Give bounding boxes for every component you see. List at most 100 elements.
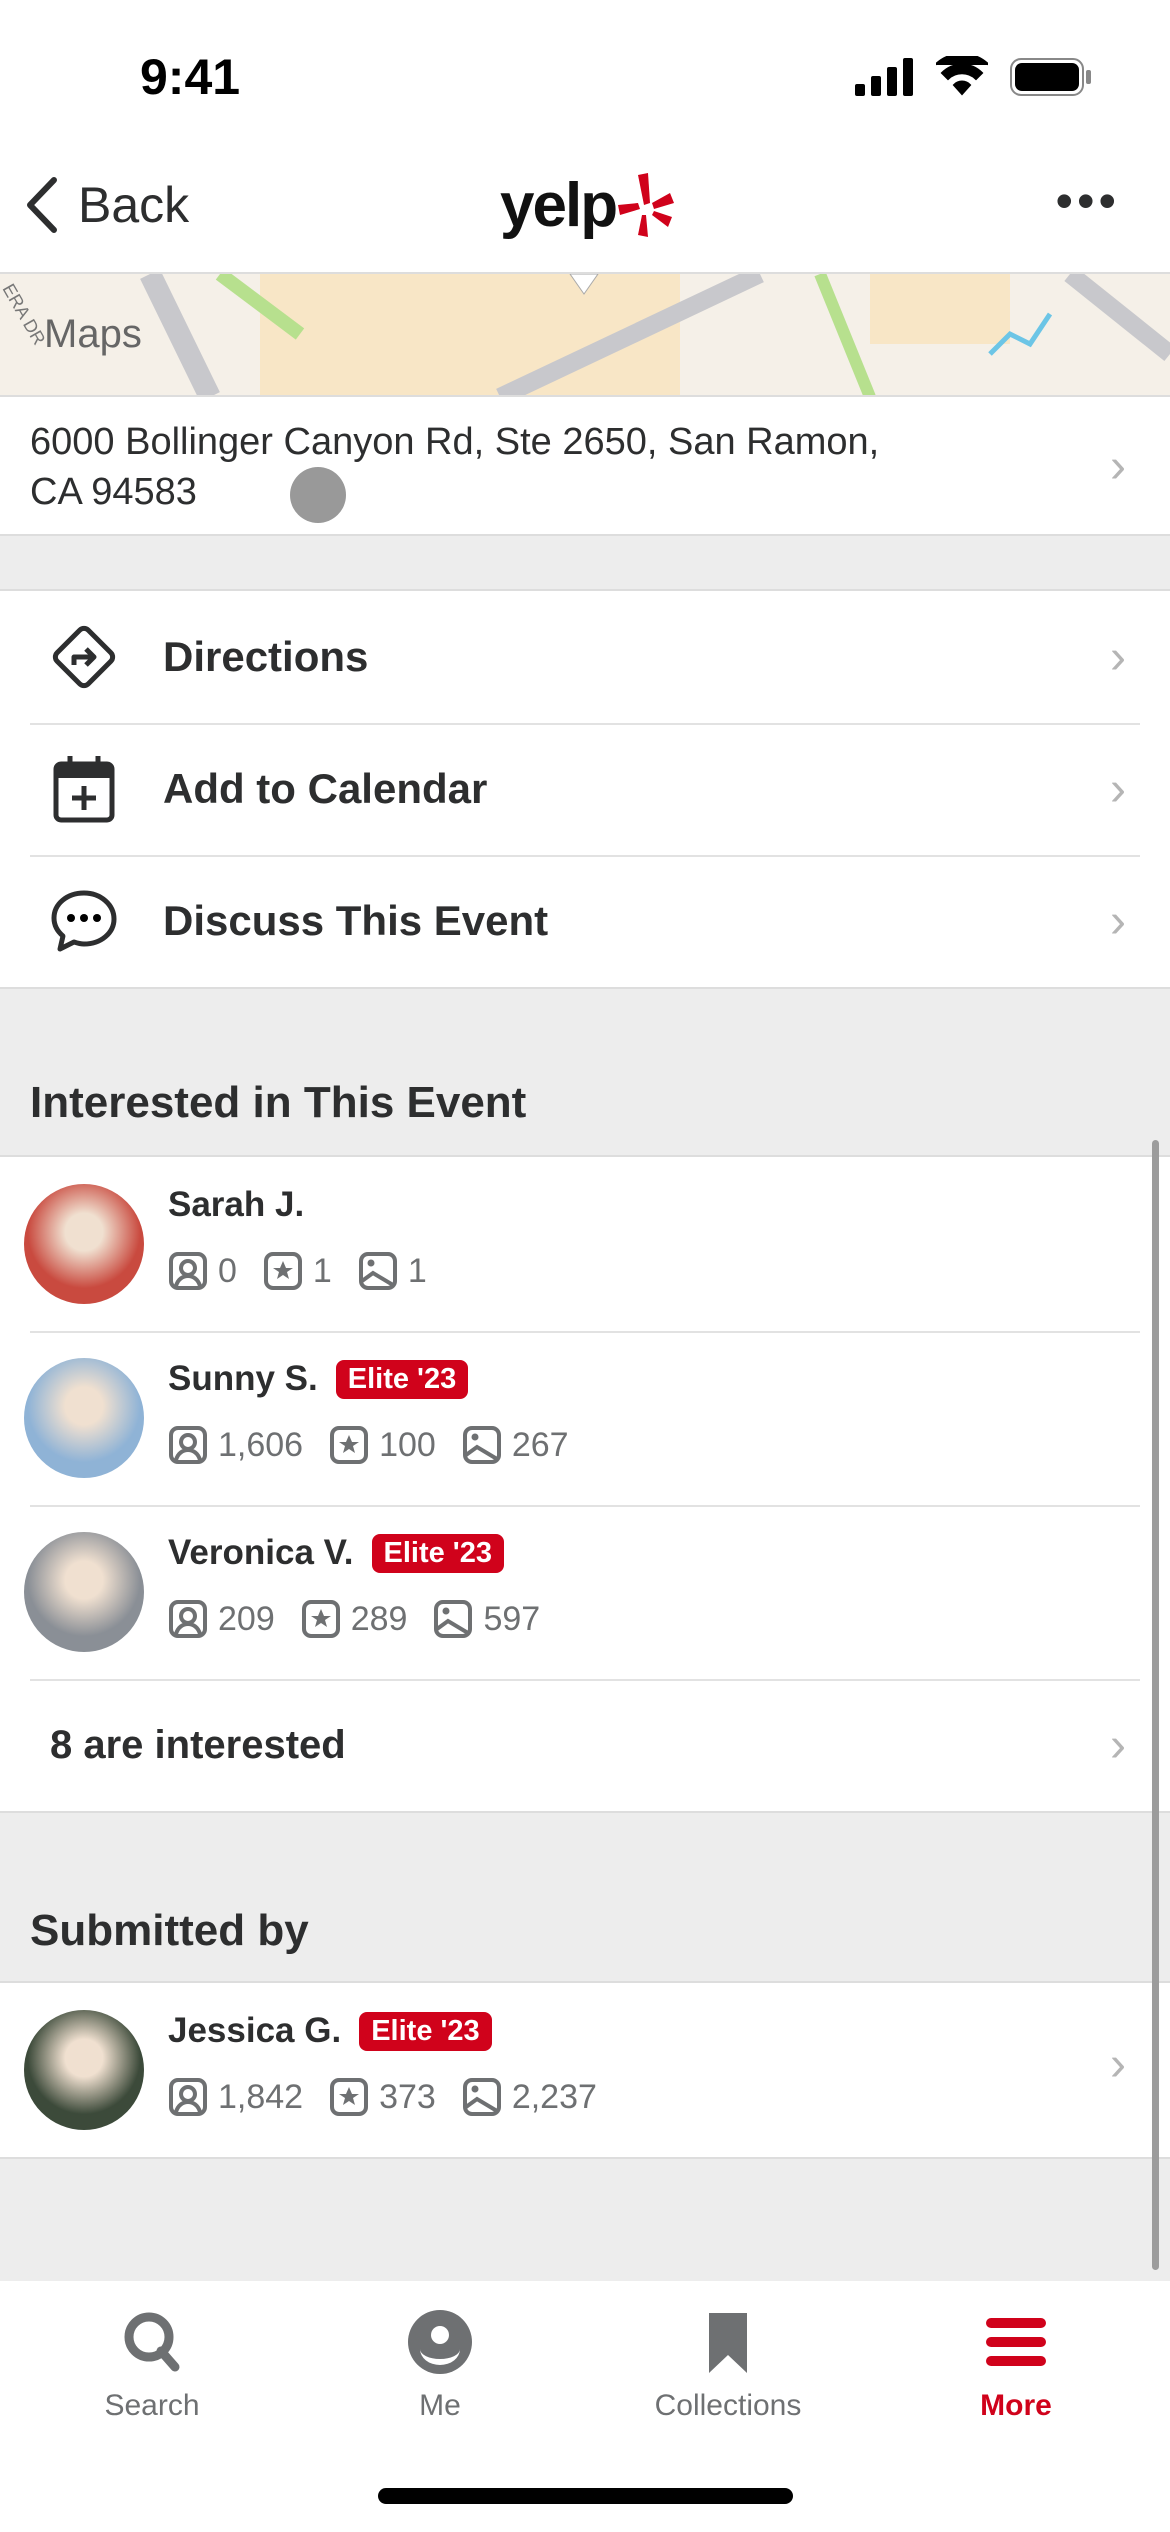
reviews-icon bbox=[263, 1252, 302, 1290]
logo-text: yelp bbox=[500, 171, 618, 240]
friends-count: 1,842 bbox=[218, 2077, 304, 2116]
photos-icon bbox=[434, 1600, 473, 1638]
tab-label: Collections bbox=[654, 2389, 802, 2422]
status-time: 9:41 bbox=[140, 49, 241, 105]
tab-label: More bbox=[980, 2389, 1052, 2422]
tab-label: Search bbox=[104, 2389, 200, 2422]
user-row[interactable]: Veronica V. Elite '23 209 289 597 bbox=[0, 1505, 1170, 1679]
add-to-calendar-row[interactable]: Add to Calendar › bbox=[0, 723, 1170, 855]
address-row[interactable]: 6000 Bollinger Canyon Rd, Ste 2650, San … bbox=[0, 397, 1170, 536]
elite-badge: Elite '23 bbox=[359, 2011, 492, 2051]
signal-icon bbox=[855, 58, 913, 96]
friends-icon bbox=[169, 1600, 207, 1638]
chevron-right-icon: › bbox=[1110, 762, 1126, 816]
battery-icon bbox=[1010, 58, 1091, 96]
action-list: Directions › Add to Calendar › Discuss T… bbox=[0, 589, 1170, 989]
chevron-right-icon: › bbox=[1110, 1718, 1126, 1772]
avatar[interactable] bbox=[24, 2010, 144, 2130]
user-icon bbox=[340, 2309, 540, 2375]
nav-bar: Back yelp ••• bbox=[0, 150, 1170, 274]
home-indicator bbox=[378, 2488, 793, 2504]
user-stats: 209 289 597 bbox=[168, 1599, 566, 1639]
photos-count: 597 bbox=[483, 1599, 541, 1638]
status-bar: 9:41 bbox=[0, 0, 1170, 150]
bookmark-icon bbox=[628, 2309, 828, 2375]
interested-count-label: 8 are interested bbox=[50, 1722, 346, 1767]
photos-icon bbox=[358, 1252, 397, 1290]
directions-row[interactable]: Directions › bbox=[0, 591, 1170, 723]
reviews-count: 289 bbox=[350, 1599, 408, 1638]
reviews-count: 1 bbox=[312, 1251, 332, 1290]
user-name[interactable]: Sarah J. bbox=[168, 1185, 304, 1225]
chevron-right-icon: › bbox=[1110, 440, 1126, 493]
user-name[interactable]: Veronica V. bbox=[168, 1533, 354, 1573]
avatar[interactable] bbox=[24, 1358, 144, 1478]
tab-collections[interactable]: Collections bbox=[628, 2309, 828, 2423]
more-options-button[interactable]: ••• bbox=[1055, 172, 1120, 230]
address-text: 6000 Bollinger Canyon Rd, Ste 2650, San … bbox=[30, 417, 1030, 517]
address-line1: 6000 Bollinger Canyon Rd, Ste 2650, San … bbox=[30, 421, 880, 463]
reviews-icon bbox=[330, 2078, 369, 2116]
interested-count-row[interactable]: 8 are interested › bbox=[0, 1679, 1170, 1811]
tab-label: Me bbox=[419, 2389, 461, 2422]
submitted-by-list: Jessica G. Elite '23 1,842 373 2,237 › bbox=[0, 1981, 1170, 2159]
menu-icon bbox=[916, 2309, 1116, 2375]
friends-icon bbox=[169, 1426, 207, 1464]
avatar[interactable] bbox=[24, 1184, 144, 1304]
avatar[interactable] bbox=[24, 1532, 144, 1652]
discuss-event-label: Discuss This Event bbox=[163, 897, 549, 944]
friends-icon bbox=[169, 1252, 207, 1290]
search-icon bbox=[52, 2309, 252, 2375]
friends-count: 0 bbox=[218, 1251, 237, 1290]
calendar-add-icon bbox=[44, 749, 124, 829]
friends-icon bbox=[169, 2078, 207, 2116]
photos-icon bbox=[462, 2078, 501, 2116]
yelp-logo: yelp bbox=[500, 170, 676, 241]
tab-search[interactable]: Search bbox=[52, 2309, 252, 2423]
user-stats: 0 1 1 bbox=[168, 1251, 453, 1291]
add-to-calendar-label: Add to Calendar bbox=[163, 765, 488, 812]
user-stats: 1,842 373 2,237 bbox=[168, 2077, 623, 2117]
address-line2: CA 94583 bbox=[30, 471, 197, 513]
user-row[interactable]: Sunny S. Elite '23 1,606 100 267 bbox=[0, 1331, 1170, 1505]
reviews-count: 100 bbox=[379, 1425, 436, 1464]
directions-icon bbox=[44, 617, 124, 697]
photos-icon bbox=[462, 1426, 501, 1464]
chevron-right-icon: › bbox=[1110, 630, 1126, 684]
chevron-right-icon: › bbox=[1110, 2038, 1126, 2091]
discuss-event-row[interactable]: Discuss This Event › bbox=[0, 855, 1170, 987]
directions-label: Directions bbox=[163, 633, 369, 680]
elite-badge: Elite '23 bbox=[371, 1533, 504, 1573]
photos-count: 267 bbox=[511, 1425, 569, 1464]
map-image bbox=[0, 274, 1170, 395]
scrollbar[interactable] bbox=[1152, 1140, 1159, 2270]
reviews-icon bbox=[301, 1600, 340, 1638]
chat-bubble-icon bbox=[44, 881, 124, 961]
chevron-left-icon bbox=[27, 177, 57, 233]
tab-me[interactable]: Me bbox=[340, 2309, 540, 2423]
reviews-icon bbox=[330, 1426, 369, 1464]
touch-indicator bbox=[290, 467, 346, 523]
friends-count: 1,606 bbox=[218, 1425, 304, 1464]
photos-count: 1 bbox=[407, 1251, 427, 1290]
submitted-section-title: Submitted by bbox=[30, 1906, 309, 1955]
wifi-icon bbox=[936, 56, 988, 96]
tab-more[interactable]: More bbox=[916, 2309, 1116, 2423]
map-preview[interactable]: Maps ERA DR bbox=[0, 274, 1170, 397]
maps-attribution: Maps bbox=[44, 312, 142, 356]
back-button[interactable]: Back bbox=[24, 176, 189, 234]
user-stats: 1,606 100 267 bbox=[168, 1425, 595, 1465]
back-label: Back bbox=[78, 177, 190, 233]
elite-badge: Elite '23 bbox=[335, 1359, 469, 1399]
yelp-burst-icon bbox=[618, 172, 675, 237]
interested-section-title: Interested in This Event bbox=[30, 1078, 527, 1127]
user-name[interactable]: Sunny S. bbox=[168, 1359, 318, 1399]
chevron-right-icon: › bbox=[1110, 894, 1126, 948]
user-name[interactable]: Jessica G. bbox=[168, 2011, 341, 2051]
reviews-count: 373 bbox=[379, 2077, 436, 2116]
photos-count: 2,237 bbox=[511, 2077, 597, 2116]
interested-list: Sarah J. 0 1 1 Sunny S. Elite '23 1,606 100 2… bbox=[0, 1155, 1170, 1813]
user-row[interactable]: Jessica G. Elite '23 1,842 373 2,237 › bbox=[0, 1983, 1170, 2157]
user-row[interactable]: Sarah J. 0 1 1 bbox=[0, 1157, 1170, 1331]
friends-count: 209 bbox=[218, 1599, 275, 1638]
